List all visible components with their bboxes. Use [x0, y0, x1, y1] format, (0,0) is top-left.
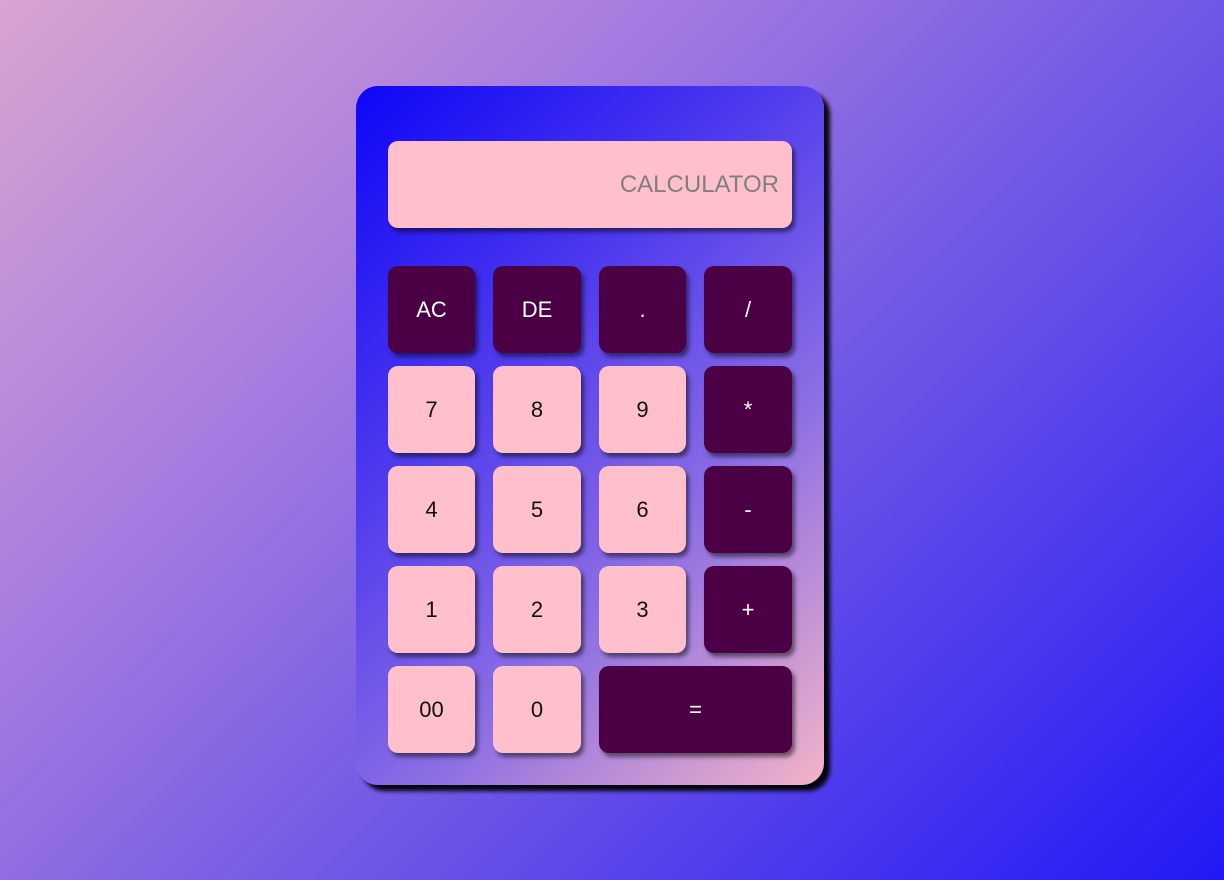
digit-1-button[interactable]: 1	[388, 566, 475, 653]
digit-7-button[interactable]: 7	[388, 366, 475, 453]
digit-6-button[interactable]: 6	[599, 466, 686, 553]
digit-2-button[interactable]: 2	[493, 566, 581, 653]
digit-5-button[interactable]: 5	[493, 466, 581, 553]
digit-3-button[interactable]: 3	[599, 566, 686, 653]
digit-4-button[interactable]: 4	[388, 466, 475, 553]
add-button[interactable]: +	[704, 566, 792, 653]
calculator-display[interactable]	[388, 141, 792, 228]
digit-0-button[interactable]: 0	[493, 666, 581, 753]
divide-button[interactable]: /	[704, 266, 792, 353]
clear-all-button[interactable]: AC	[388, 266, 475, 353]
multiply-button[interactable]: *	[704, 366, 792, 453]
keypad: AC DE . / 7 8 9 * 4 5 6 - 1 2 3 + 00 0 =	[388, 266, 792, 753]
double-zero-button[interactable]: 00	[388, 666, 475, 753]
digit-8-button[interactable]: 8	[493, 366, 581, 453]
digit-9-button[interactable]: 9	[599, 366, 686, 453]
decimal-button[interactable]: .	[599, 266, 686, 353]
subtract-button[interactable]: -	[704, 466, 792, 553]
equals-button[interactable]: =	[599, 666, 792, 753]
delete-button[interactable]: DE	[493, 266, 581, 353]
calculator-panel: AC DE . / 7 8 9 * 4 5 6 - 1 2 3 + 00 0 =	[356, 86, 824, 785]
